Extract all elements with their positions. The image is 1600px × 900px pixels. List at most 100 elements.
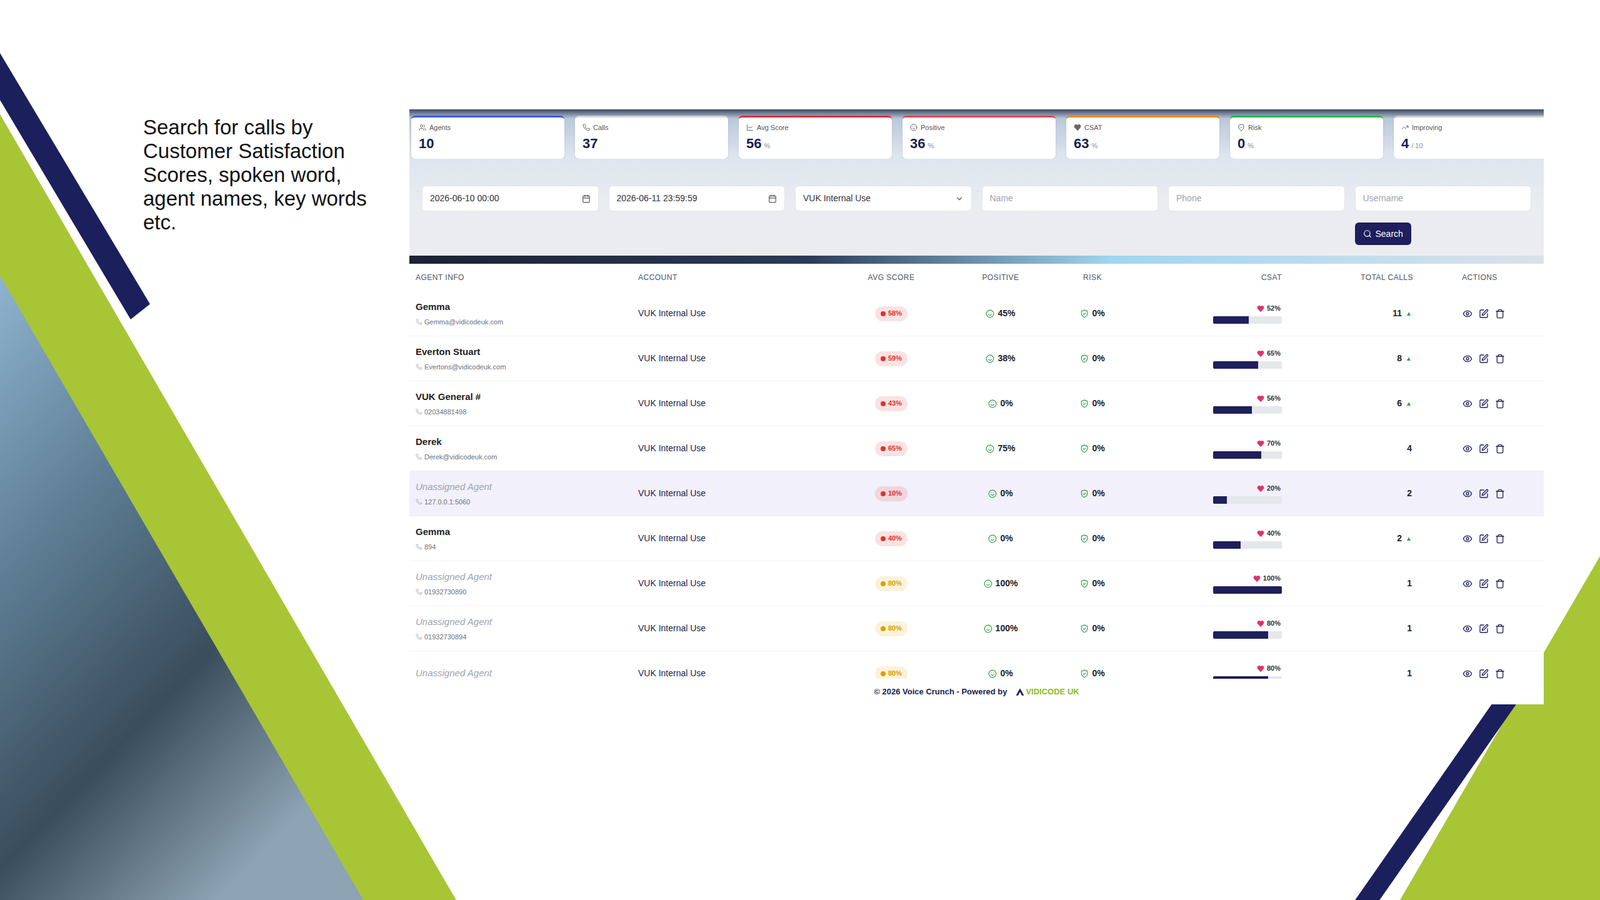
agent-name[interactable]: Unassigned Agent	[415, 615, 631, 630]
search-button-label[interactable]: Search	[1375, 227, 1404, 241]
score-badge: 58%	[875, 306, 908, 322]
trash-icon[interactable]	[1495, 668, 1505, 679]
edit-icon[interactable]	[1478, 488, 1489, 499]
csat-track	[1213, 631, 1282, 639]
column-header[interactable]: CSAT	[1119, 271, 1285, 284]
edit-icon[interactable]	[1478, 623, 1489, 634]
agent-contact-text: 894	[424, 541, 436, 553]
actions-cell	[1415, 668, 1544, 679]
score-badge: 43%	[875, 396, 908, 412]
eye-icon[interactable]	[1462, 443, 1473, 454]
table-row[interactable]: Everton StuartEvertons@vidicodeuk.comVUK…	[409, 336, 1544, 382]
edit-icon[interactable]	[1478, 443, 1489, 454]
agent-cell: Everton StuartEvertons@vidicodeuk.com	[409, 345, 631, 372]
csat-fill	[1213, 406, 1252, 414]
trash-icon[interactable]	[1495, 623, 1505, 634]
column-header[interactable]: ACCOUNT	[630, 271, 847, 284]
trash-icon[interactable]	[1495, 353, 1505, 364]
column-header[interactable]: AVG SCORE	[846, 271, 936, 284]
column-header[interactable]: TOTAL CALLS	[1284, 271, 1416, 284]
shield-icon	[1080, 534, 1089, 544]
date-to-field[interactable]	[608, 185, 786, 212]
stat-value-row: 37	[582, 136, 721, 151]
date-from-field[interactable]	[421, 185, 599, 212]
name-field-input[interactable]	[990, 191, 1151, 205]
eye-icon[interactable]	[1462, 533, 1473, 544]
eye-icon[interactable]	[1462, 668, 1473, 679]
eye-icon[interactable]	[1462, 353, 1473, 364]
calendar-icon[interactable]	[581, 194, 591, 204]
agent-name[interactable]: VUK General #	[415, 390, 631, 405]
search-button[interactable]: Search	[1355, 222, 1412, 245]
csat-cell: 80%	[1119, 618, 1285, 639]
eye-icon[interactable]	[1462, 623, 1473, 634]
heart-icon	[1256, 620, 1265, 628]
edit-icon[interactable]	[1478, 668, 1489, 679]
search-icon[interactable]	[1363, 229, 1372, 239]
edit-icon[interactable]	[1478, 578, 1489, 589]
table-row[interactable]: VUK General #02034881498VUK Internal Use…	[409, 381, 1544, 427]
risk-text: 0%	[1091, 531, 1105, 545]
csat-text: 80%	[1266, 663, 1281, 674]
stat-label: CSAT	[1084, 122, 1103, 134]
trash-icon[interactable]	[1495, 488, 1505, 499]
username-field-input[interactable]	[1363, 191, 1524, 205]
agent-name[interactable]: Unassigned Agent	[415, 480, 631, 495]
column-header[interactable]: RISK	[1065, 271, 1120, 284]
trash-icon[interactable]	[1495, 443, 1505, 454]
column-header[interactable]: ACTIONS	[1415, 271, 1544, 284]
trash-icon[interactable]	[1495, 533, 1505, 544]
edit-icon[interactable]	[1478, 398, 1489, 409]
edit-icon[interactable]	[1478, 533, 1489, 544]
table-row[interactable]: Gemma894VUK Internal Use40%0%0%40%2▲	[409, 516, 1544, 562]
csat-text: 40%	[1266, 528, 1281, 539]
table-row[interactable]: Unassigned Agent01932730890VUK Internal …	[409, 561, 1544, 607]
agent-name[interactable]: Gemma	[415, 300, 631, 315]
risk-text: 0%	[1091, 486, 1105, 500]
chevron-down-icon[interactable]	[955, 194, 964, 204]
actions-cell	[1415, 443, 1544, 454]
edit-icon[interactable]	[1478, 353, 1489, 364]
csat-label: 52%	[1256, 303, 1282, 314]
edit-icon[interactable]	[1478, 308, 1489, 319]
actions-cell	[1415, 533, 1544, 544]
phone-field-input[interactable]	[1176, 191, 1337, 205]
stat-unit: %	[763, 140, 770, 152]
username-field[interactable]	[1355, 185, 1532, 212]
column-header[interactable]: AGENT INFO	[409, 271, 631, 284]
eye-icon[interactable]	[1462, 398, 1473, 409]
agent-name[interactable]: Unassigned Agent	[415, 666, 631, 679]
heart-icon	[1073, 123, 1082, 132]
table-row[interactable]: GemmaGemma@vidicodeuk.comVUK Internal Us…	[409, 291, 1544, 337]
eye-icon[interactable]	[1462, 578, 1473, 589]
agent-name[interactable]: Gemma	[415, 525, 631, 540]
stat-label-row: Avg Score	[746, 122, 885, 134]
date-from-field-input[interactable]	[430, 191, 577, 205]
risk-cell: 0%	[1065, 486, 1120, 500]
date-to-field-input[interactable]	[616, 191, 764, 205]
trash-icon[interactable]	[1495, 308, 1505, 319]
eye-icon[interactable]	[1462, 308, 1473, 319]
calendar-icon[interactable]	[768, 194, 777, 204]
vidicode-logo[interactable]: VIDICODE UK	[1015, 685, 1079, 699]
table-row[interactable]: Unassigned Agent127.0.0.1:5060VUK Intern…	[409, 471, 1544, 517]
phone-field[interactable]	[1168, 185, 1345, 212]
eye-icon[interactable]	[1462, 488, 1473, 499]
table-row[interactable]: Unassigned Agent01932730894VUK Internal …	[409, 606, 1544, 652]
table-row[interactable]: DerekDerek@vidicodeuk.comVUK Internal Us…	[409, 426, 1544, 472]
agent-contact: Evertons@vidicodeuk.com	[415, 361, 631, 373]
csat-fill	[1213, 316, 1249, 324]
csat-text: 56%	[1266, 393, 1281, 404]
account-select[interactable]: VUK Internal Use	[795, 185, 972, 212]
agent-name[interactable]: Derek	[415, 435, 631, 450]
csat-text: 70%	[1266, 438, 1281, 449]
agent-name[interactable]: Unassigned Agent	[415, 570, 631, 585]
table-row[interactable]: Unassigned AgentVUK Internal Use80%0%0%8…	[409, 651, 1544, 679]
positive-text: 0%	[1000, 666, 1013, 679]
trash-icon[interactable]	[1495, 398, 1505, 409]
score-text: 80%	[888, 623, 902, 634]
column-header[interactable]: POSITIVE	[935, 271, 1066, 284]
agent-name[interactable]: Everton Stuart	[415, 345, 631, 360]
trash-icon[interactable]	[1495, 578, 1505, 589]
name-field[interactable]	[981, 185, 1159, 212]
